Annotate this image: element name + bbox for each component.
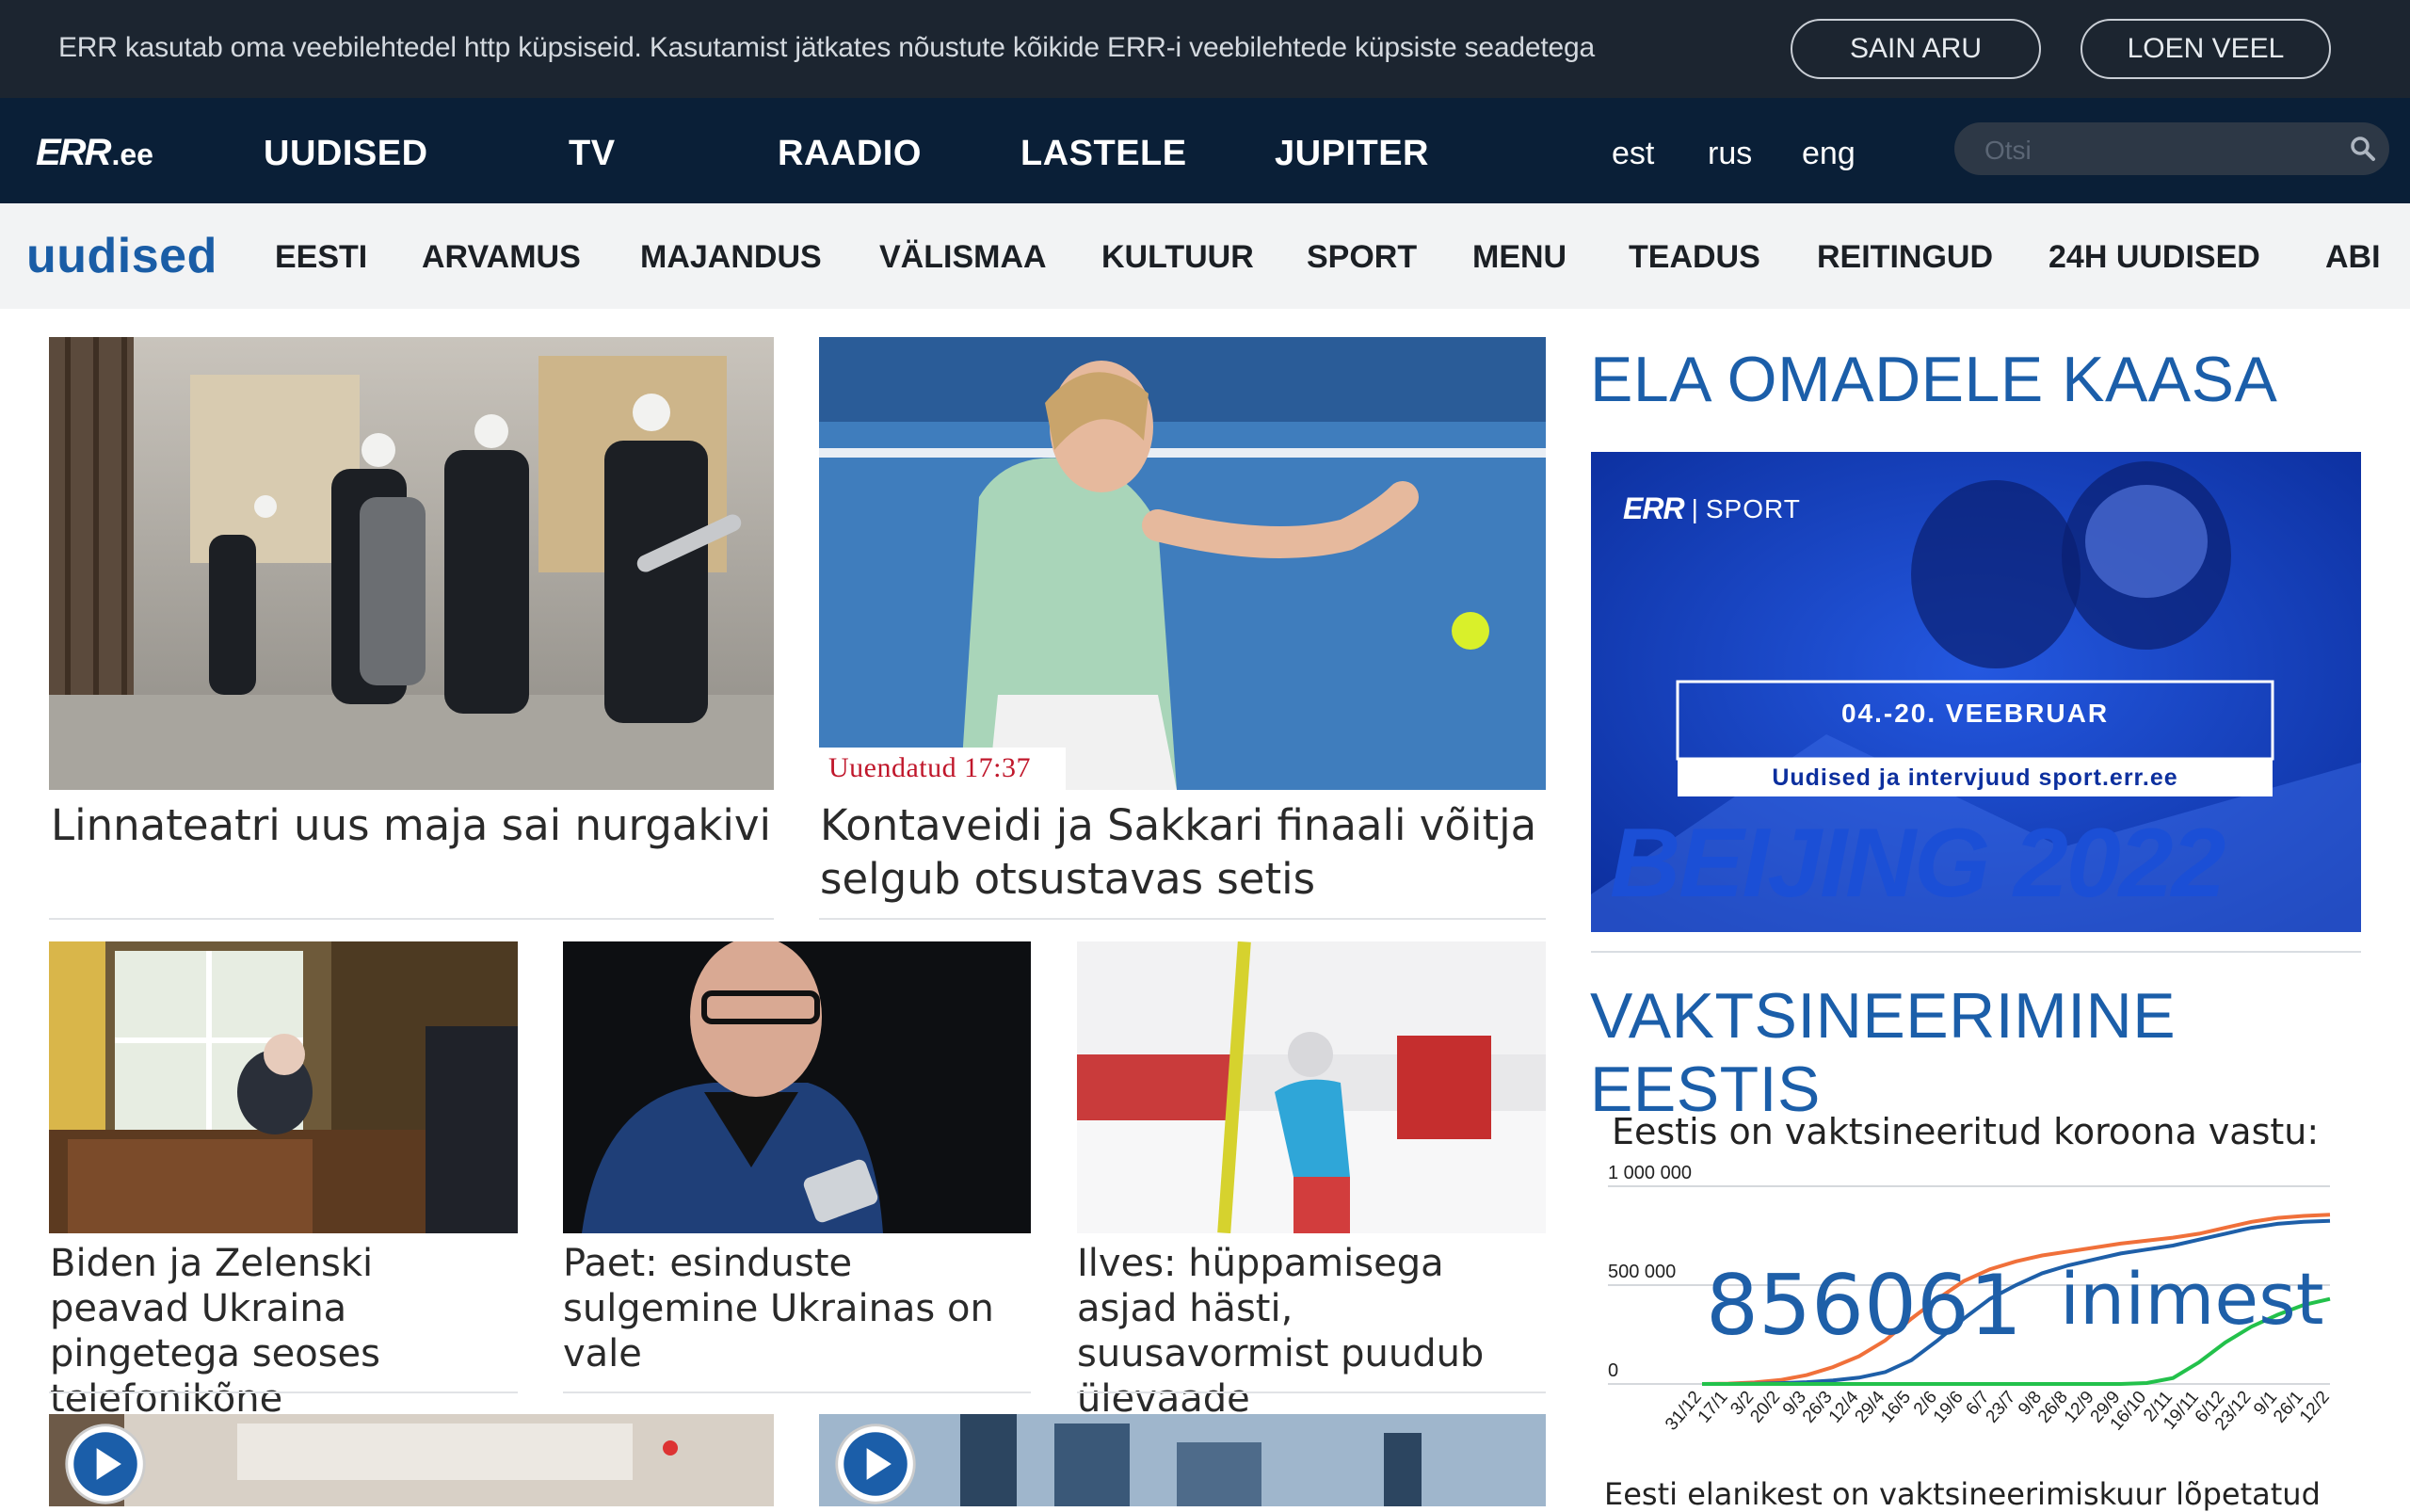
banner-dates: 04.-20. VEEBRUAR <box>1840 699 2110 728</box>
article-image-paet[interactable] <box>563 941 1031 1233</box>
chart-x-tick: 12/2 <box>2296 1388 2334 1427</box>
article-headline-linnateater[interactable]: Linnateatri uus maja sai nurgakivi <box>51 798 776 852</box>
beijing-2022-banner[interactable]: ERR | SPORT 04.-20. VEEBRUAR Uudised ja … <box>1591 452 2361 932</box>
cookie-text: ERR kasutab oma veebilehtedel http küpsi… <box>58 32 1595 63</box>
divider <box>49 918 774 920</box>
chart-y-tick: 0 <box>1608 1360 1618 1381</box>
article-image-linnateater[interactable] <box>49 337 774 790</box>
subnav-reitingud[interactable]: REITINGUD <box>1817 239 1993 276</box>
vaccination-count-overlay: 856061 inimest <box>1706 1257 2324 1354</box>
play-icon[interactable] <box>830 1422 921 1506</box>
logo-suffix: .ee <box>111 137 153 171</box>
subnav-majandus[interactable]: MAJANDUS <box>640 239 822 276</box>
err-logo[interactable]: ERR .ee <box>36 132 153 173</box>
chart-y-tick: 500 000 <box>1608 1262 1676 1282</box>
article-image-video-1[interactable] <box>49 1414 774 1506</box>
article-headline-ilves[interactable]: Ilves: hüppamisega asjad hästi, suusavor… <box>1077 1241 1548 1422</box>
divider <box>49 1391 518 1393</box>
subnav-abi[interactable]: ABI <box>2325 239 2381 276</box>
play-icon[interactable] <box>60 1422 151 1506</box>
divider <box>819 918 1546 920</box>
logo-main: ERR <box>36 132 111 173</box>
cookie-banner: ERR kasutab oma veebilehtedel http küpsi… <box>0 0 2410 98</box>
article-headline-biden[interactable]: Biden ja Zelenski peavad Ukraina pingete… <box>50 1241 521 1422</box>
search-icon[interactable] <box>2348 134 2378 164</box>
lang-rus[interactable]: rus <box>1708 136 1752 172</box>
promo-title: ELA OMADELE KAASA <box>1590 344 2278 415</box>
banner-event: BEIJING 2022 <box>1610 809 2225 918</box>
subnav-sport[interactable]: SPORT <box>1307 239 1417 276</box>
subnav-eesti[interactable]: EESTI <box>275 239 367 276</box>
section-brand[interactable]: uudised <box>26 228 217 284</box>
search-input[interactable]: Otsi <box>1984 136 2032 166</box>
article-headline-kontaveit[interactable]: Kontaveidi ja Sakkari finaali võitja sel… <box>820 798 1545 906</box>
nav-uudised[interactable]: UUDISED <box>264 134 428 174</box>
subnav-menu[interactable]: MENU <box>1472 239 1566 276</box>
lang-eng[interactable]: eng <box>1802 136 1856 172</box>
vaccination-subtitle: Eestis on vaktsineeritud koroona vastu: <box>1612 1111 2320 1152</box>
article-image-video-2[interactable] <box>819 1414 1546 1506</box>
subnav-valismaa[interactable]: VÄLISMAA <box>879 239 1047 276</box>
cookie-accept-button[interactable]: SAIN ARU <box>1791 19 2041 79</box>
nav-jupiter[interactable]: JUPITER <box>1275 134 1429 174</box>
subnav-24h-uudised[interactable]: 24H UUDISED <box>2048 239 2260 276</box>
article-headline-paet[interactable]: Paet: esinduste sulgemine Ukrainas on va… <box>563 1241 1034 1376</box>
chart-y-tick: 1 000 000 <box>1608 1163 1692 1183</box>
vaccination-unit: inimest <box>2059 1257 2324 1341</box>
article-image-kontaveit[interactable] <box>819 337 1546 790</box>
cookie-read-more-button[interactable]: LOEN VEEL <box>2081 19 2331 79</box>
nav-raadio[interactable]: RAADIO <box>778 134 922 174</box>
divider <box>1591 951 2361 953</box>
divider <box>1077 1391 1546 1393</box>
vaccination-footnote: Eesti elanikest on vaktsineerimiskuur lõ… <box>1604 1476 2321 1512</box>
main-nav: ERR .ee UUDISED TV RAADIO LASTELE JUPITE… <box>0 98 2410 203</box>
updated-label: Uuendatud 17:37 <box>819 748 1066 791</box>
nav-lastele[interactable]: LASTELE <box>1020 134 1187 174</box>
banner-subtitle: Uudised ja intervjuud sport.err.ee <box>1772 764 2178 791</box>
article-image-ilves[interactable] <box>1077 941 1546 1233</box>
subnav-kultuur[interactable]: KULTUUR <box>1101 239 1254 276</box>
lang-est[interactable]: est <box>1612 136 1654 172</box>
section-nav: uudised EESTI ARVAMUS MAJANDUS VÄLISMAA … <box>0 203 2410 309</box>
search-box[interactable]: Otsi <box>1954 122 2389 175</box>
banner-brand: ERR <box>1623 491 1685 525</box>
divider <box>563 1391 1031 1393</box>
article-image-biden[interactable] <box>49 941 518 1233</box>
subnav-teadus[interactable]: TEADUS <box>1629 239 1760 276</box>
vaccination-count: 856061 <box>1706 1257 2022 1354</box>
banner-brand-section: SPORT <box>1705 493 1801 523</box>
subnav-arvamus[interactable]: ARVAMUS <box>422 239 581 276</box>
vaccination-title: VAKTSINEERIMINE EESTIS <box>1590 980 2177 1125</box>
nav-tv[interactable]: TV <box>569 134 616 174</box>
